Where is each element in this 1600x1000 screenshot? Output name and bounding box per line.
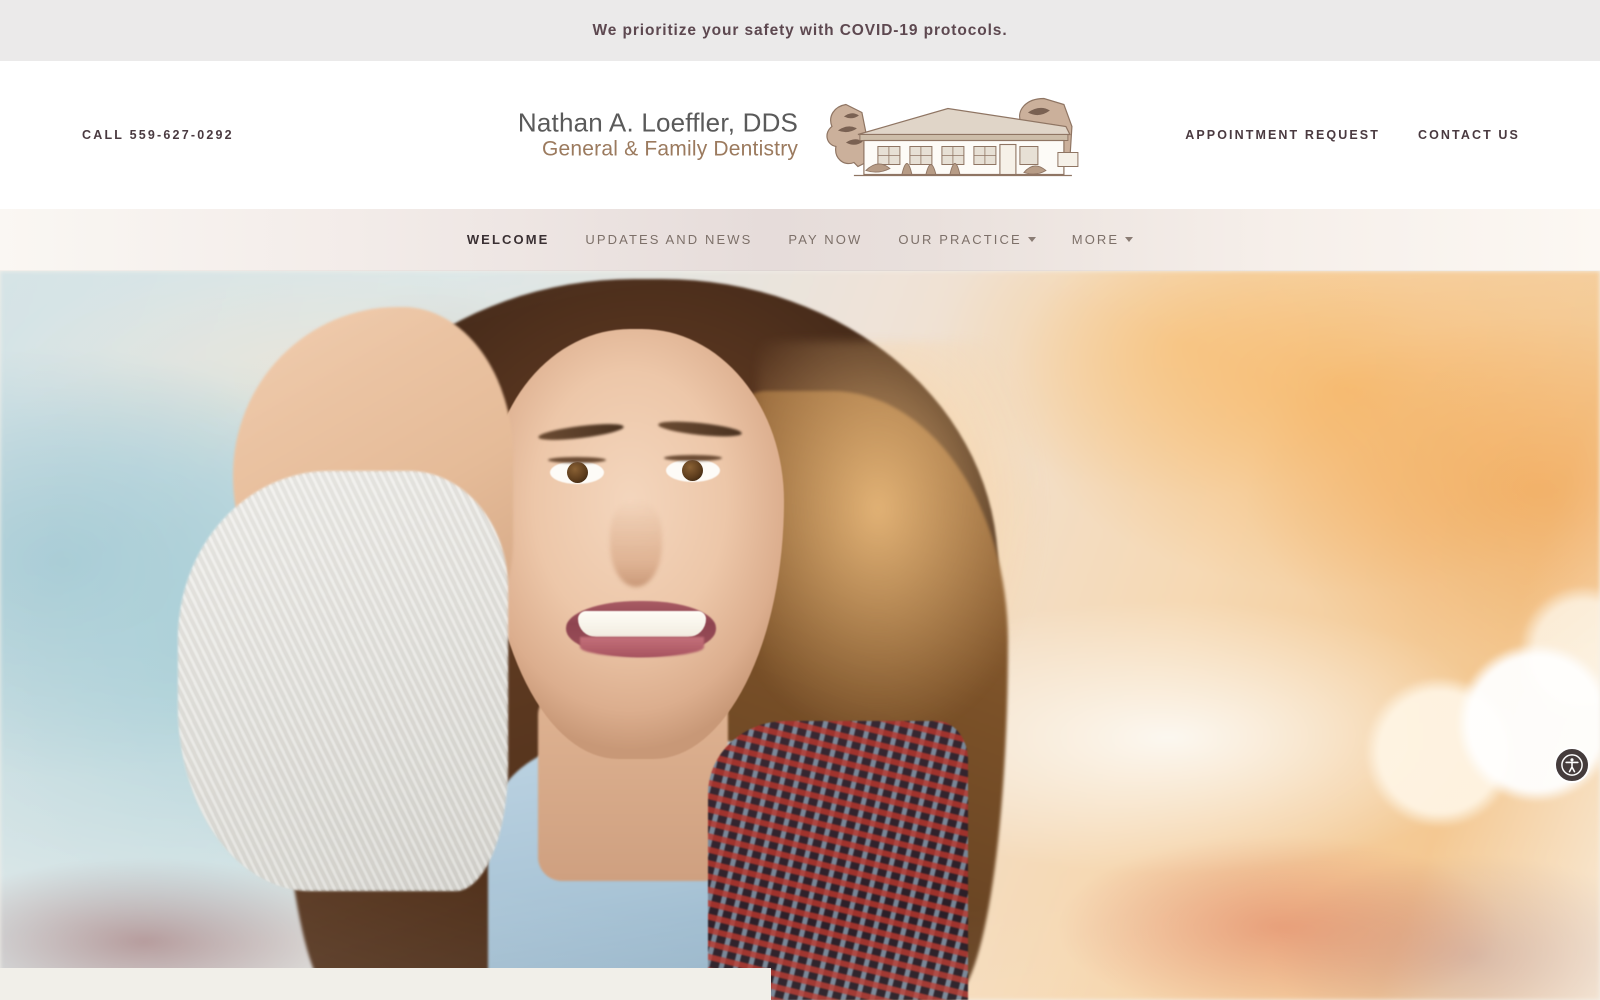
nav-label-pay-now: PAY NOW	[788, 232, 863, 247]
logo-practice-name: Nathan A. Loeffler, DDS	[517, 107, 799, 138]
header-call-link[interactable]: CALL 559-627-0292	[82, 128, 234, 142]
nav-item-our-practice[interactable]: OUR PRACTICE	[880, 232, 1053, 247]
site-header: CALL 559-627-0292 Nathan A. Loeffler, DD…	[0, 61, 1600, 209]
accessibility-person-icon	[1561, 754, 1583, 776]
main-navigation: WELCOME UPDATES AND NEWS PAY NOW OUR PRA…	[0, 209, 1600, 271]
header-nav: APPOINTMENT REQUEST CONTACT US	[1185, 128, 1520, 142]
hero-image	[0, 271, 1600, 1000]
header-link-contact-us[interactable]: CONTACT US	[1418, 128, 1520, 142]
header-link-appointment-request[interactable]: APPOINTMENT REQUEST	[1185, 128, 1380, 142]
site-logo[interactable]: Nathan A. Loeffler, DDS General & Family…	[518, 83, 1082, 188]
nav-label-our-practice: OUR PRACTICE	[898, 232, 1022, 247]
nav-item-more[interactable]: MORE	[1054, 232, 1151, 247]
hero-section: Dare to have the smile you've always wan…	[0, 271, 1600, 1000]
nav-label-more: MORE	[1071, 232, 1120, 247]
office-info-panel: OUR OFFICE 100 N Stevenson St, Visalia, …	[0, 968, 771, 1000]
dental-office-building-icon	[826, 97, 1079, 177]
logo-practice-subtitle: General & Family Dentistry	[541, 137, 799, 161]
announcement-bar: We prioritize your safety with COVID-19 …	[0, 0, 1600, 61]
logo-text-block: Nathan A. Loeffler, DDS General & Family…	[518, 107, 798, 162]
nav-item-welcome[interactable]: WELCOME	[449, 232, 568, 247]
chevron-down-icon	[1027, 237, 1036, 242]
nav-label-updates-and-news: UPDATES AND NEWS	[585, 232, 753, 247]
nav-item-pay-now[interactable]: PAY NOW	[770, 232, 880, 247]
nav-label-welcome: WELCOME	[466, 232, 550, 247]
chevron-down-icon	[1125, 237, 1134, 242]
nav-item-updates-and-news[interactable]: UPDATES AND NEWS	[567, 232, 770, 247]
accessibility-widget-button[interactable]	[1554, 747, 1590, 783]
announcement-text: We prioritize your safety with COVID-19 …	[592, 21, 1008, 39]
